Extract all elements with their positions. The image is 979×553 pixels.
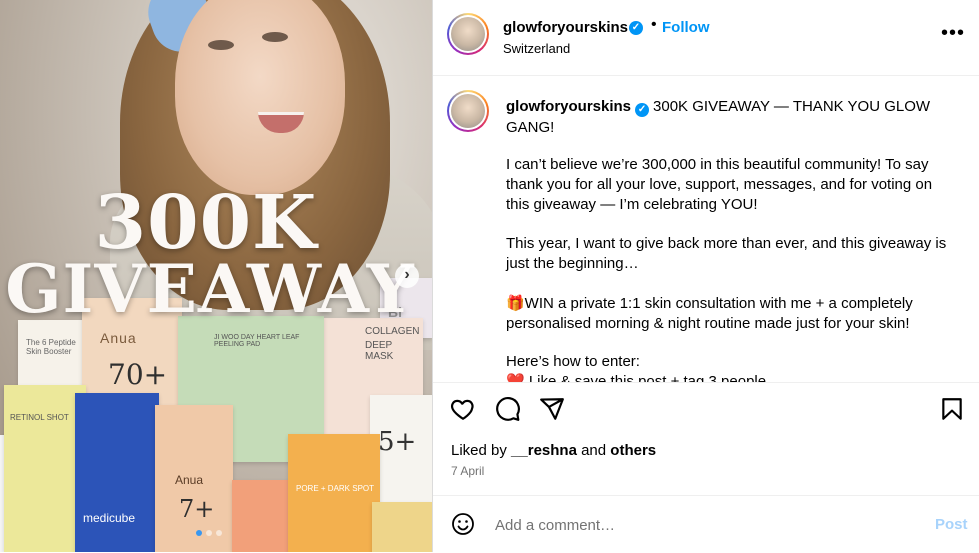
verified-badge-icon: ✓ (629, 21, 643, 35)
carousel-dot (216, 530, 222, 536)
likes-and: and (581, 442, 607, 459)
product-brand: Anua (175, 473, 204, 487)
post-media[interactable]: Bi The 6 Peptide Skin Booster Anua 70+ C… (0, 0, 432, 552)
photo-eye (208, 40, 234, 50)
caption-scroll-area[interactable]: glowforyourskins ✓ 300K GIVEAWAY — THANK Y… (433, 76, 979, 383)
username-link[interactable]: glowforyourskins (503, 19, 628, 36)
carousel-next-button[interactable]: › (395, 264, 419, 288)
post-date[interactable]: 7 April (451, 464, 484, 478)
liker-username-link[interactable]: __reshna (511, 442, 577, 459)
post-side-panel: glowforyourskins ✓ • Follow Switzerland … (432, 0, 979, 552)
product-label: 70+ (108, 358, 168, 391)
caption-username-link[interactable]: glowforyourskins (506, 98, 631, 115)
caption-paragraph: I can’t believe we’re 300,000 in this be… (506, 156, 933, 213)
product-brand: Anua (100, 330, 137, 346)
post-comment-button[interactable]: Post (935, 516, 968, 533)
caption-paragraph: ❤️ Like & save this post + tag 3 people (506, 373, 767, 383)
likes-summary: Liked by __reshna and others (451, 442, 656, 459)
bookmark-icon[interactable] (939, 396, 965, 422)
product-label: 7+ (179, 495, 215, 523)
separator-dot: • (651, 16, 657, 33)
likes-prefix: Liked by (451, 442, 507, 459)
product-box (232, 480, 292, 552)
avatar[interactable] (447, 13, 489, 55)
product-label: PORE + DARK SPOT (296, 484, 375, 493)
product-label: The 6 Peptide Skin Booster (26, 338, 76, 356)
carousel-dots (196, 530, 222, 536)
likes-others-link[interactable]: others (610, 442, 656, 459)
product-label: RETINOL SHOT (10, 413, 69, 422)
caption-paragraph: This year, I want to give back more than… (506, 235, 947, 272)
emoji-icon[interactable] (451, 512, 475, 536)
caption-headline: glowforyourskins ✓ 300K GIVEAWAY — THANK Y… (506, 96, 961, 138)
location-link[interactable]: Switzerland (503, 41, 570, 56)
more-options-button[interactable]: ••• (941, 22, 965, 45)
product-label: DEEP MASK (365, 340, 394, 362)
carousel-dot (196, 530, 202, 536)
comment-icon[interactable] (495, 396, 521, 422)
comment-input[interactable] (493, 510, 897, 540)
carousel-dot (206, 530, 212, 536)
product-label: 5+ (378, 427, 417, 457)
avatar[interactable] (447, 90, 489, 132)
post-header: glowforyourskins ✓ • Follow Switzerland … (433, 0, 979, 76)
comment-bar: Post (433, 495, 979, 553)
action-bar (433, 383, 979, 433)
verified-badge-icon: ✓ (635, 103, 650, 117)
photo-eye (262, 32, 288, 42)
caption-paragraph: 🎁WIN a private 1:1 skin consultation wit… (506, 295, 913, 332)
product-box (372, 502, 432, 552)
heart-icon[interactable] (450, 396, 476, 422)
product-box: medicube (75, 393, 159, 552)
share-icon[interactable] (539, 396, 565, 422)
caption-paragraph: Here’s how to enter: (506, 353, 640, 370)
product-box: PORE + DARK SPOT (288, 434, 380, 552)
follow-button[interactable]: Follow (662, 19, 710, 36)
giveaway-headline-word: GIVEAWAY (5, 250, 415, 328)
photo-person-face (175, 0, 345, 195)
product-box: RETINOL SHOT (4, 385, 86, 552)
product-label: JI WOO DAY HEART LEAF PEELING PAD (214, 334, 300, 348)
product-brand: medicube (83, 511, 136, 525)
